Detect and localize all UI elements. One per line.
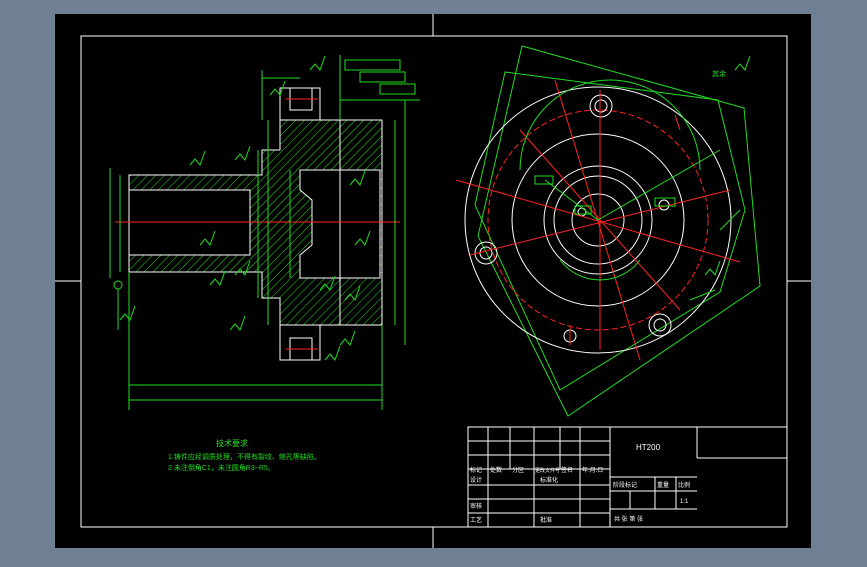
scale-value: 1:1 (680, 499, 689, 505)
other-roughness-label: 其余 (712, 69, 726, 78)
title-header-2: 处数 (490, 466, 502, 474)
title-label-scale: 比例 (678, 481, 690, 489)
title-header-4: 更改文件号 (535, 467, 560, 474)
title-label-design: 设计 (470, 476, 482, 484)
title-header-6: 年.月.日 (582, 466, 603, 474)
title-header-5: 签名 (561, 466, 573, 474)
tech-req-title: 技术要求 (216, 438, 248, 448)
drawing-canvas: 其余 HT200 标记 处数 分区 更改文件号 签名 年.月.日 设计 标准化 … (55, 14, 811, 548)
title-header-1: 标记 (470, 466, 482, 474)
cad-viewport[interactable]: 其余 HT200 标记 处数 分区 更改文件号 签名 年.月.日 设计 标准化 … (0, 0, 867, 562)
sheet-count: 共 张 第 张 (614, 515, 643, 523)
title-label-standard: 标准化 (540, 476, 558, 484)
tech-req-item-1: 1.铸件应经调质处理，不得有裂纹、缩孔等缺陷。 (168, 452, 321, 461)
title-label-process: 工艺 (470, 516, 482, 524)
title-label-approve: 批准 (540, 516, 552, 524)
tech-req-item-2: 2.未注倒角C1，未注圆角R3~R5。 (168, 463, 275, 472)
material-label: HT200 (636, 443, 661, 452)
title-label-review: 审核 (470, 502, 482, 510)
title-label-stage: 阶段标记 (613, 481, 637, 489)
title-header-3: 分区 (512, 466, 524, 474)
title-label-weight: 重量 (657, 481, 669, 489)
